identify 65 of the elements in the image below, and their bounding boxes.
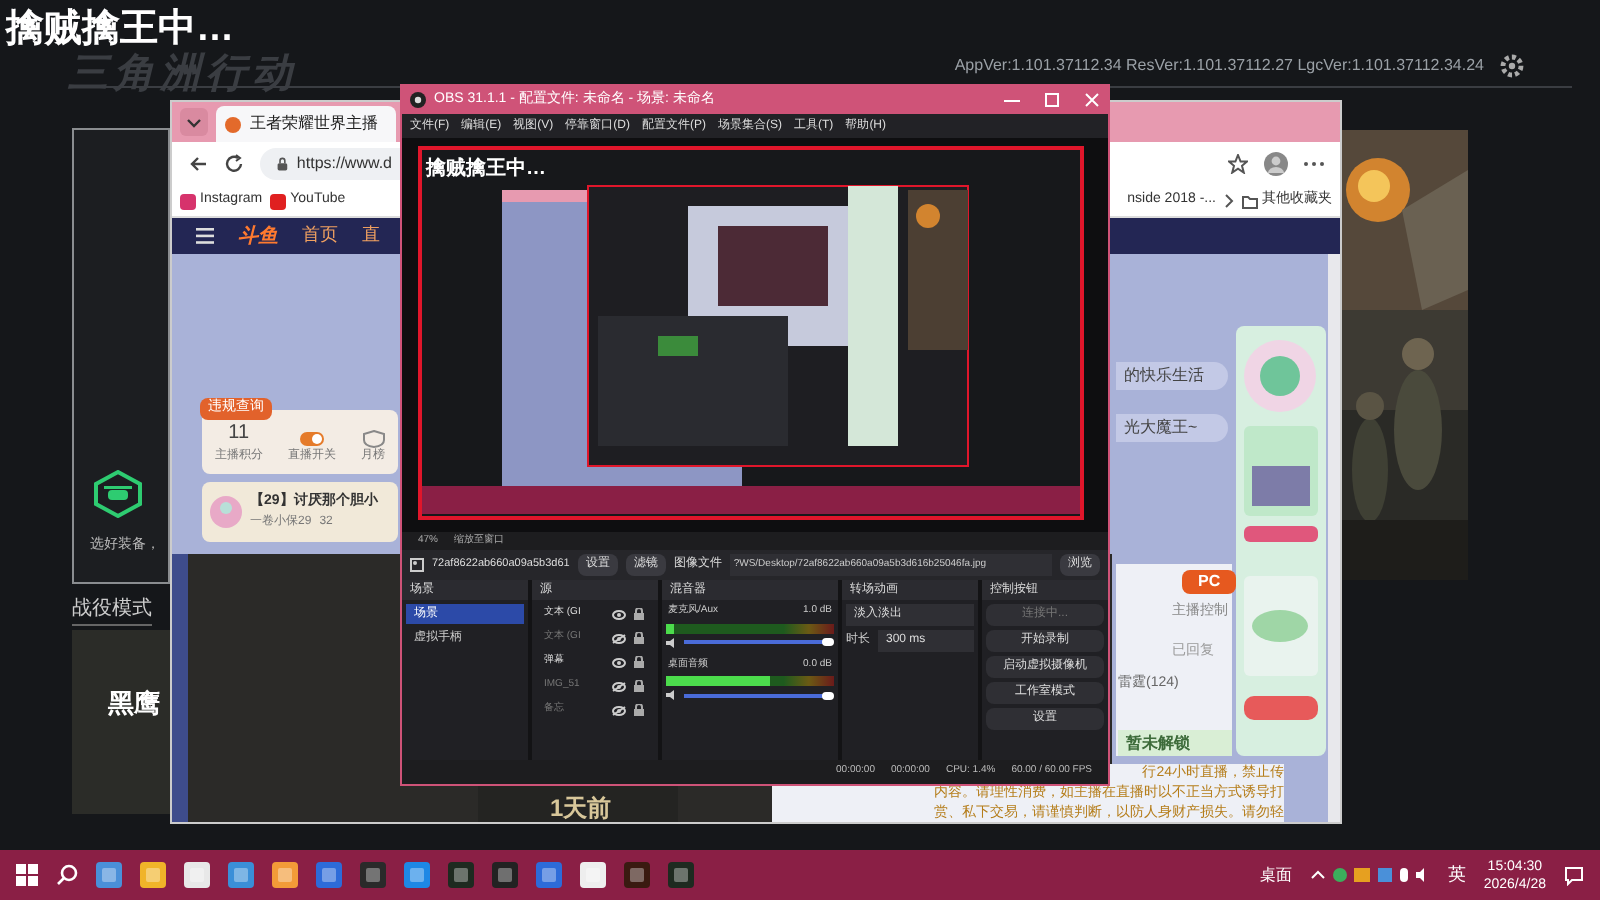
settings-icon[interactable] (1500, 54, 1524, 78)
app-icon[interactable] (668, 862, 694, 888)
stat-value: 11 (228, 420, 250, 448)
folder-icon (1242, 193, 1258, 209)
maximize-icon[interactable] (1044, 92, 1060, 108)
volume-slider[interactable] (684, 691, 834, 699)
eye-icon[interactable] (612, 609, 626, 619)
eye-icon[interactable] (612, 657, 626, 667)
campaign-card[interactable]: 黑鹰 (72, 630, 170, 814)
speaker-icon[interactable] (666, 690, 676, 700)
helicopter-icon (94, 470, 142, 518)
avatar-icon (210, 496, 242, 528)
app-icon[interactable] (448, 862, 474, 888)
speaker-icon[interactable] (666, 637, 676, 647)
time-ago: 1天前 (550, 792, 612, 822)
topic-chip[interactable]: 光大魔王~ (1116, 414, 1228, 442)
banner-text: 擒贼擒王中… (6, 8, 234, 52)
pc-button[interactable]: PC (1182, 570, 1237, 594)
nav-link[interactable]: 首页 (302, 222, 338, 250)
site-icon (224, 115, 242, 133)
topic-chip[interactable]: 的快乐生活 (1116, 362, 1228, 390)
close-icon[interactable] (1084, 92, 1100, 108)
star-icon[interactable] (1228, 154, 1248, 174)
eye-off-icon[interactable] (612, 705, 626, 715)
dropdown-icon[interactable] (180, 108, 208, 136)
lock-icon[interactable] (634, 632, 644, 644)
app-icon[interactable] (492, 862, 518, 888)
preview-title-text: 擒贼擒王中… (426, 155, 546, 184)
lock-icon[interactable] (634, 656, 644, 668)
image-icon (410, 558, 424, 572)
site-logo: 斗鱼 (238, 223, 278, 251)
lock-icon[interactable] (634, 680, 644, 692)
more-icon[interactable] (1304, 160, 1324, 168)
version-text: AppVer:1.101.37112.34 ResVer:1.101.37112.27 LgcVer:1.101.37112.34.24 (954, 54, 1484, 78)
refresh-icon[interactable] (224, 154, 244, 174)
menu-icon[interactable] (196, 228, 214, 244)
section-title: 战役模式 (72, 594, 152, 626)
shield-icon[interactable] (361, 430, 386, 448)
toggle-icon[interactable] (299, 430, 324, 448)
volume-slider[interactable] (684, 638, 834, 646)
back-icon[interactable] (188, 154, 208, 174)
lock-icon[interactable] (634, 704, 644, 716)
campaign-title: 黑鹰 (108, 686, 160, 722)
url-text: https://www.d (296, 152, 392, 176)
tab-title: 王者荣耀世界主播 (250, 112, 378, 136)
nav-link[interactable]: 直 (362, 222, 380, 250)
desktop-label[interactable]: 桌面 (1259, 863, 1292, 887)
app-icon[interactable] (360, 862, 386, 888)
app-icon[interactable] (624, 862, 650, 888)
avatar-icon[interactable] (1264, 152, 1288, 176)
eye-off-icon[interactable] (612, 633, 626, 643)
eye-off-icon[interactable] (612, 681, 626, 691)
app-icon (410, 92, 426, 108)
lock-icon (276, 156, 289, 172)
chevron-icon[interactable] (1224, 194, 1234, 208)
browser-tab[interactable]: 王者荣耀世界主播 (216, 106, 396, 142)
bookmark-icon (270, 193, 287, 209)
notification-icon[interactable] (1564, 865, 1584, 885)
locked-banner: 暂未解锁 (1118, 730, 1232, 756)
tray-icons[interactable] (1309, 866, 1430, 884)
ime-indicator[interactable]: 英 (1447, 861, 1466, 889)
search-icon[interactable] (56, 864, 78, 886)
lock-icon[interactable] (634, 608, 644, 620)
windows-icon[interactable] (16, 864, 38, 886)
bookmark-icon (180, 193, 196, 209)
